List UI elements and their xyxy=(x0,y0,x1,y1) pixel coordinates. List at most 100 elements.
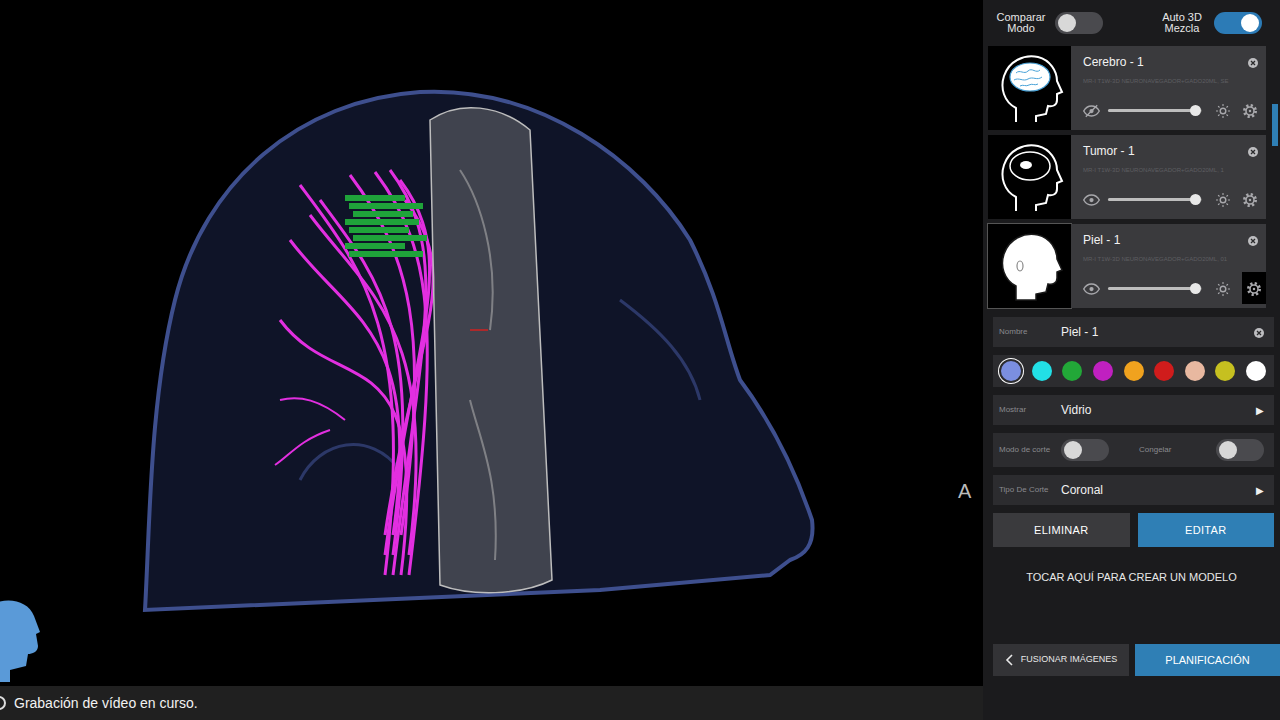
settings-gear-icon[interactable] xyxy=(1242,98,1258,122)
model-list: Cerebro - 1 MR-I T1W-3D NEURONAVEGADOR+GA… xyxy=(983,46,1280,313)
opacity-slider[interactable] xyxy=(1108,198,1202,201)
cut-type-value: Coronal xyxy=(1061,481,1256,499)
model-thumbnail xyxy=(988,224,1071,308)
main-area: A Grabación de vídeo en curso. xyxy=(0,0,983,720)
app-window: A Grabación de vídeo en curso. Comparar Mo… xyxy=(0,0,1280,720)
freeze-toggle[interactable] xyxy=(1216,439,1264,461)
model-name: Tumor - 1 xyxy=(1083,142,1135,160)
opacity-handle[interactable] xyxy=(1190,194,1201,205)
panel-header: Comparar Modo Auto 3D Mezcla xyxy=(983,0,1280,46)
brightness-icon[interactable] xyxy=(1216,187,1230,211)
color-swatch[interactable] xyxy=(1124,361,1144,381)
orientation-label: A xyxy=(958,476,971,506)
model-card[interactable]: Tumor - 1MR-I T1W-3D NEURONAVEGADOR+GADO… xyxy=(988,135,1266,219)
opacity-slider[interactable] xyxy=(1108,109,1202,112)
chevron-left-icon xyxy=(1005,653,1013,667)
name-field[interactable]: NombrePiel - 1 xyxy=(993,317,1274,347)
color-swatch[interactable] xyxy=(1215,361,1235,381)
freeze-label: Congelar xyxy=(1139,444,1216,456)
orientation-head-icon[interactable] xyxy=(0,596,46,682)
auto-blend: Auto 3D Mezcla xyxy=(1158,12,1262,34)
color-swatch[interactable] xyxy=(1246,361,1266,381)
model-settings: NombrePiel - 1 MostrarVidrio▶ Modo de cort… xyxy=(983,313,1280,547)
model-card[interactable]: Cerebro - 1 MR-I T1W-3D NEURONAVEGADOR+GA… xyxy=(988,46,1266,130)
cut-type-label: Tipo De Corte xyxy=(999,484,1061,496)
blend-label: Auto 3D Mezcla xyxy=(1158,12,1206,34)
model-controls xyxy=(1083,98,1258,126)
opacity-handle[interactable] xyxy=(1190,283,1201,294)
eye-off-icon[interactable] xyxy=(1083,98,1100,122)
brightness-icon[interactable] xyxy=(1216,276,1230,300)
scrollbar-thumb[interactable] xyxy=(1272,104,1278,146)
color-swatch[interactable] xyxy=(1154,361,1174,381)
model-thumbnail xyxy=(988,46,1071,130)
toggle-knob xyxy=(1058,14,1076,32)
opacity-fill xyxy=(1108,109,1195,112)
clear-name-icon[interactable] xyxy=(1254,320,1264,344)
toggle-knob xyxy=(1241,14,1259,32)
color-swatch[interactable] xyxy=(1093,361,1113,381)
remove-model-icon[interactable] xyxy=(1248,139,1258,163)
name-label: Nombre xyxy=(999,326,1061,338)
display-label: Mostrar xyxy=(999,404,1061,416)
toggle-knob xyxy=(1064,441,1082,459)
action-buttons: ELIMINAREDITAR xyxy=(993,513,1274,547)
model-title-row: Cerebro - 1 xyxy=(1083,50,1258,74)
next-label: PLANIFICACIÓN xyxy=(1165,652,1249,669)
opacity-fill xyxy=(1108,198,1195,201)
compare-label: Comparar Modo xyxy=(995,12,1047,34)
color-picker xyxy=(993,355,1274,387)
toggle-row: Modo de corte Congelar xyxy=(993,433,1274,467)
model-source: MR-I T1W-3D NEURONAVEGADOR+GADO20ML, SE xyxy=(1083,77,1258,86)
toggle-knob xyxy=(1219,441,1237,459)
display-arrow: ▶ xyxy=(1256,403,1264,418)
color-swatch[interactable] xyxy=(1032,361,1052,381)
color-swatch[interactable] xyxy=(1062,361,1082,381)
3d-viewport[interactable]: A xyxy=(0,0,983,686)
model-thumbnail xyxy=(988,135,1071,219)
compare-toggle[interactable] xyxy=(1055,12,1103,34)
color-swatch[interactable] xyxy=(1185,361,1205,381)
delete-button[interactable]: ELIMINAR xyxy=(993,513,1130,547)
remove-model-icon[interactable] xyxy=(1248,50,1258,74)
model-controls xyxy=(1083,187,1258,215)
eye-icon[interactable] xyxy=(1083,187,1100,211)
cut-type-select[interactable]: Tipo De CorteCoronal▶ xyxy=(993,475,1274,505)
edit-button[interactable]: EDITAR xyxy=(1138,513,1275,547)
opacity-slider[interactable] xyxy=(1108,287,1202,290)
settings-gear-icon[interactable] xyxy=(1242,272,1266,304)
recording-icon xyxy=(0,696,6,710)
step-navigation: FUSIONAR IMÁGENES PLANIFICACIÓN xyxy=(993,644,1280,676)
model-controls xyxy=(1083,276,1258,304)
model-name: Piel - 1 xyxy=(1083,231,1120,249)
remove-model-icon[interactable] xyxy=(1248,228,1258,252)
brightness-icon[interactable] xyxy=(1216,98,1230,122)
opacity-handle[interactable] xyxy=(1190,105,1201,116)
eye-icon[interactable] xyxy=(1083,276,1100,300)
model-source: MR-I T1W-3D NEURONAVEGADOR+GADO20ML, 01 xyxy=(1083,255,1258,264)
status-text: Grabación de vídeo en curso. xyxy=(14,693,198,714)
model-info: Piel - 1 MR-I T1W-3D NEURONAVEGADOR+GADO2… xyxy=(1071,224,1266,308)
model-name: Cerebro - 1 xyxy=(1083,53,1144,71)
compare-mode: Comparar Modo xyxy=(995,12,1103,34)
model-info: Cerebro - 1 MR-I T1W-3D NEURONAVEGADOR+GA… xyxy=(1071,46,1266,130)
next-button[interactable]: PLANIFICACIÓN xyxy=(1135,644,1280,676)
display-select[interactable]: MostrarVidrio▶ xyxy=(993,395,1274,425)
cut-mode-label: Modo de corte xyxy=(999,444,1061,456)
cut-mode-toggle[interactable] xyxy=(1061,439,1109,461)
settings-gear-icon[interactable] xyxy=(1242,187,1258,211)
create-model-link[interactable]: TOCAR AQUÍ PARA CREAR UN MODELO xyxy=(983,569,1280,586)
name-value: Piel - 1 xyxy=(1061,323,1254,341)
model-info: Tumor - 1MR-I T1W-3D NEURONAVEGADOR+GADO… xyxy=(1071,135,1266,219)
back-button[interactable]: FUSIONAR IMÁGENES xyxy=(993,644,1129,676)
color-swatch[interactable] xyxy=(1001,361,1021,381)
side-panel: Comparar Modo Auto 3D Mezcla Cerebro - 1 MR… xyxy=(983,0,1280,720)
model-title-row: Tumor - 1 xyxy=(1083,139,1258,163)
opacity-fill xyxy=(1108,287,1195,290)
model-card[interactable]: Piel - 1 MR-I T1W-3D NEURONAVEGADOR+GADO2… xyxy=(988,224,1266,308)
display-value: Vidrio xyxy=(1061,401,1256,419)
blend-toggle[interactable] xyxy=(1214,12,1262,34)
status-bar: Grabación de vídeo en curso. xyxy=(0,686,983,720)
back-label: FUSIONAR IMÁGENES xyxy=(1021,653,1118,667)
model-title-row: Piel - 1 xyxy=(1083,228,1258,252)
